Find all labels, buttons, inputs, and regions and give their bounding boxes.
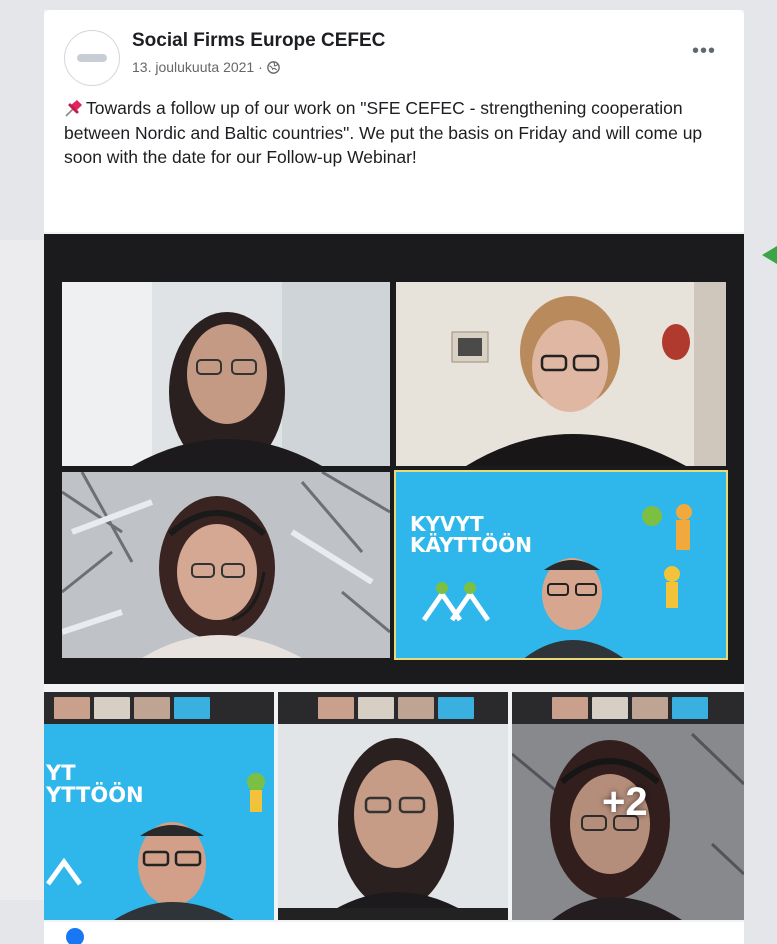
- screen-share-line1: KYVYT: [410, 512, 484, 536]
- participant-tile-4-active: KYVYT KÄYTTÖÖN: [394, 470, 728, 660]
- screen-share-title: KYVYT KÄYTTÖÖN: [410, 514, 532, 556]
- mini-tile: [552, 697, 588, 719]
- post-text: Towards a follow up of our work on "SFE …: [64, 96, 729, 170]
- participant-1-image: [62, 282, 390, 466]
- mini-tile: [632, 697, 668, 719]
- more-options-icon[interactable]: •••: [692, 40, 716, 63]
- thumbnail-1-line2: YTTÖÖN: [46, 783, 144, 808]
- background-edge-left: [0, 240, 44, 900]
- facebook-post-card: Social Firms Europe CEFEC 13. joulukuuta…: [44, 10, 744, 944]
- thumbnail-2-strip: [278, 692, 508, 724]
- thumbnail-1-line1: YT: [46, 761, 76, 785]
- mini-tile: [174, 697, 210, 719]
- thumbnail-3-strip: [512, 692, 744, 724]
- thumbnail-2-image: [278, 724, 508, 920]
- participant-tile-3: [62, 472, 390, 658]
- mini-tile: [54, 697, 90, 719]
- mini-tile: [438, 697, 474, 719]
- mini-tile: [134, 697, 170, 719]
- participant-2-image: [396, 282, 726, 466]
- globe-icon: [266, 60, 280, 74]
- post-photo-main[interactable]: KYVYT KÄYTTÖÖN: [44, 234, 744, 684]
- participant-tile-2: [396, 282, 726, 466]
- like-reaction-icon[interactable]: [66, 928, 84, 944]
- post-body-text: Towards a follow up of our work on "SFE …: [64, 98, 703, 167]
- mini-tile: [592, 697, 628, 719]
- thumbnail-1-strip: [44, 692, 274, 724]
- thumbnail-1-title: YT YTTÖÖN: [46, 762, 144, 806]
- avatar[interactable]: [64, 30, 120, 86]
- screen-share-line2: KÄYTTÖÖN: [410, 533, 533, 557]
- mini-tile: [358, 697, 394, 719]
- post-header: Social Firms Europe CEFEC 13. joulukuuta…: [44, 10, 744, 232]
- mini-tile: [398, 697, 434, 719]
- pushpin-icon: [65, 100, 82, 117]
- post-meta: 13. joulukuuta 2021 ·: [132, 59, 280, 75]
- participant-tile-1: [62, 282, 390, 466]
- mini-tile: [318, 697, 354, 719]
- more-photos-count: +2: [602, 780, 648, 824]
- photo-thumbnails: YT YTTÖÖN +2: [44, 692, 744, 920]
- page-logo: [77, 54, 107, 62]
- green-arrow-icon: [762, 246, 777, 264]
- thumbnail-2[interactable]: [278, 692, 508, 920]
- thumbnail-1[interactable]: YT YTTÖÖN: [44, 692, 274, 920]
- mini-tile: [672, 697, 708, 719]
- mini-tile: [94, 697, 130, 719]
- reactions-row: [44, 922, 744, 944]
- post-timestamp[interactable]: 13. joulukuuta 2021 ·: [132, 59, 263, 75]
- participant-3-image: [62, 472, 390, 658]
- thumbnail-1-image: [44, 724, 274, 920]
- screen-share-background: [396, 472, 726, 658]
- author-name[interactable]: Social Firms Europe CEFEC: [132, 30, 385, 52]
- thumbnail-3-more[interactable]: +2: [512, 692, 744, 920]
